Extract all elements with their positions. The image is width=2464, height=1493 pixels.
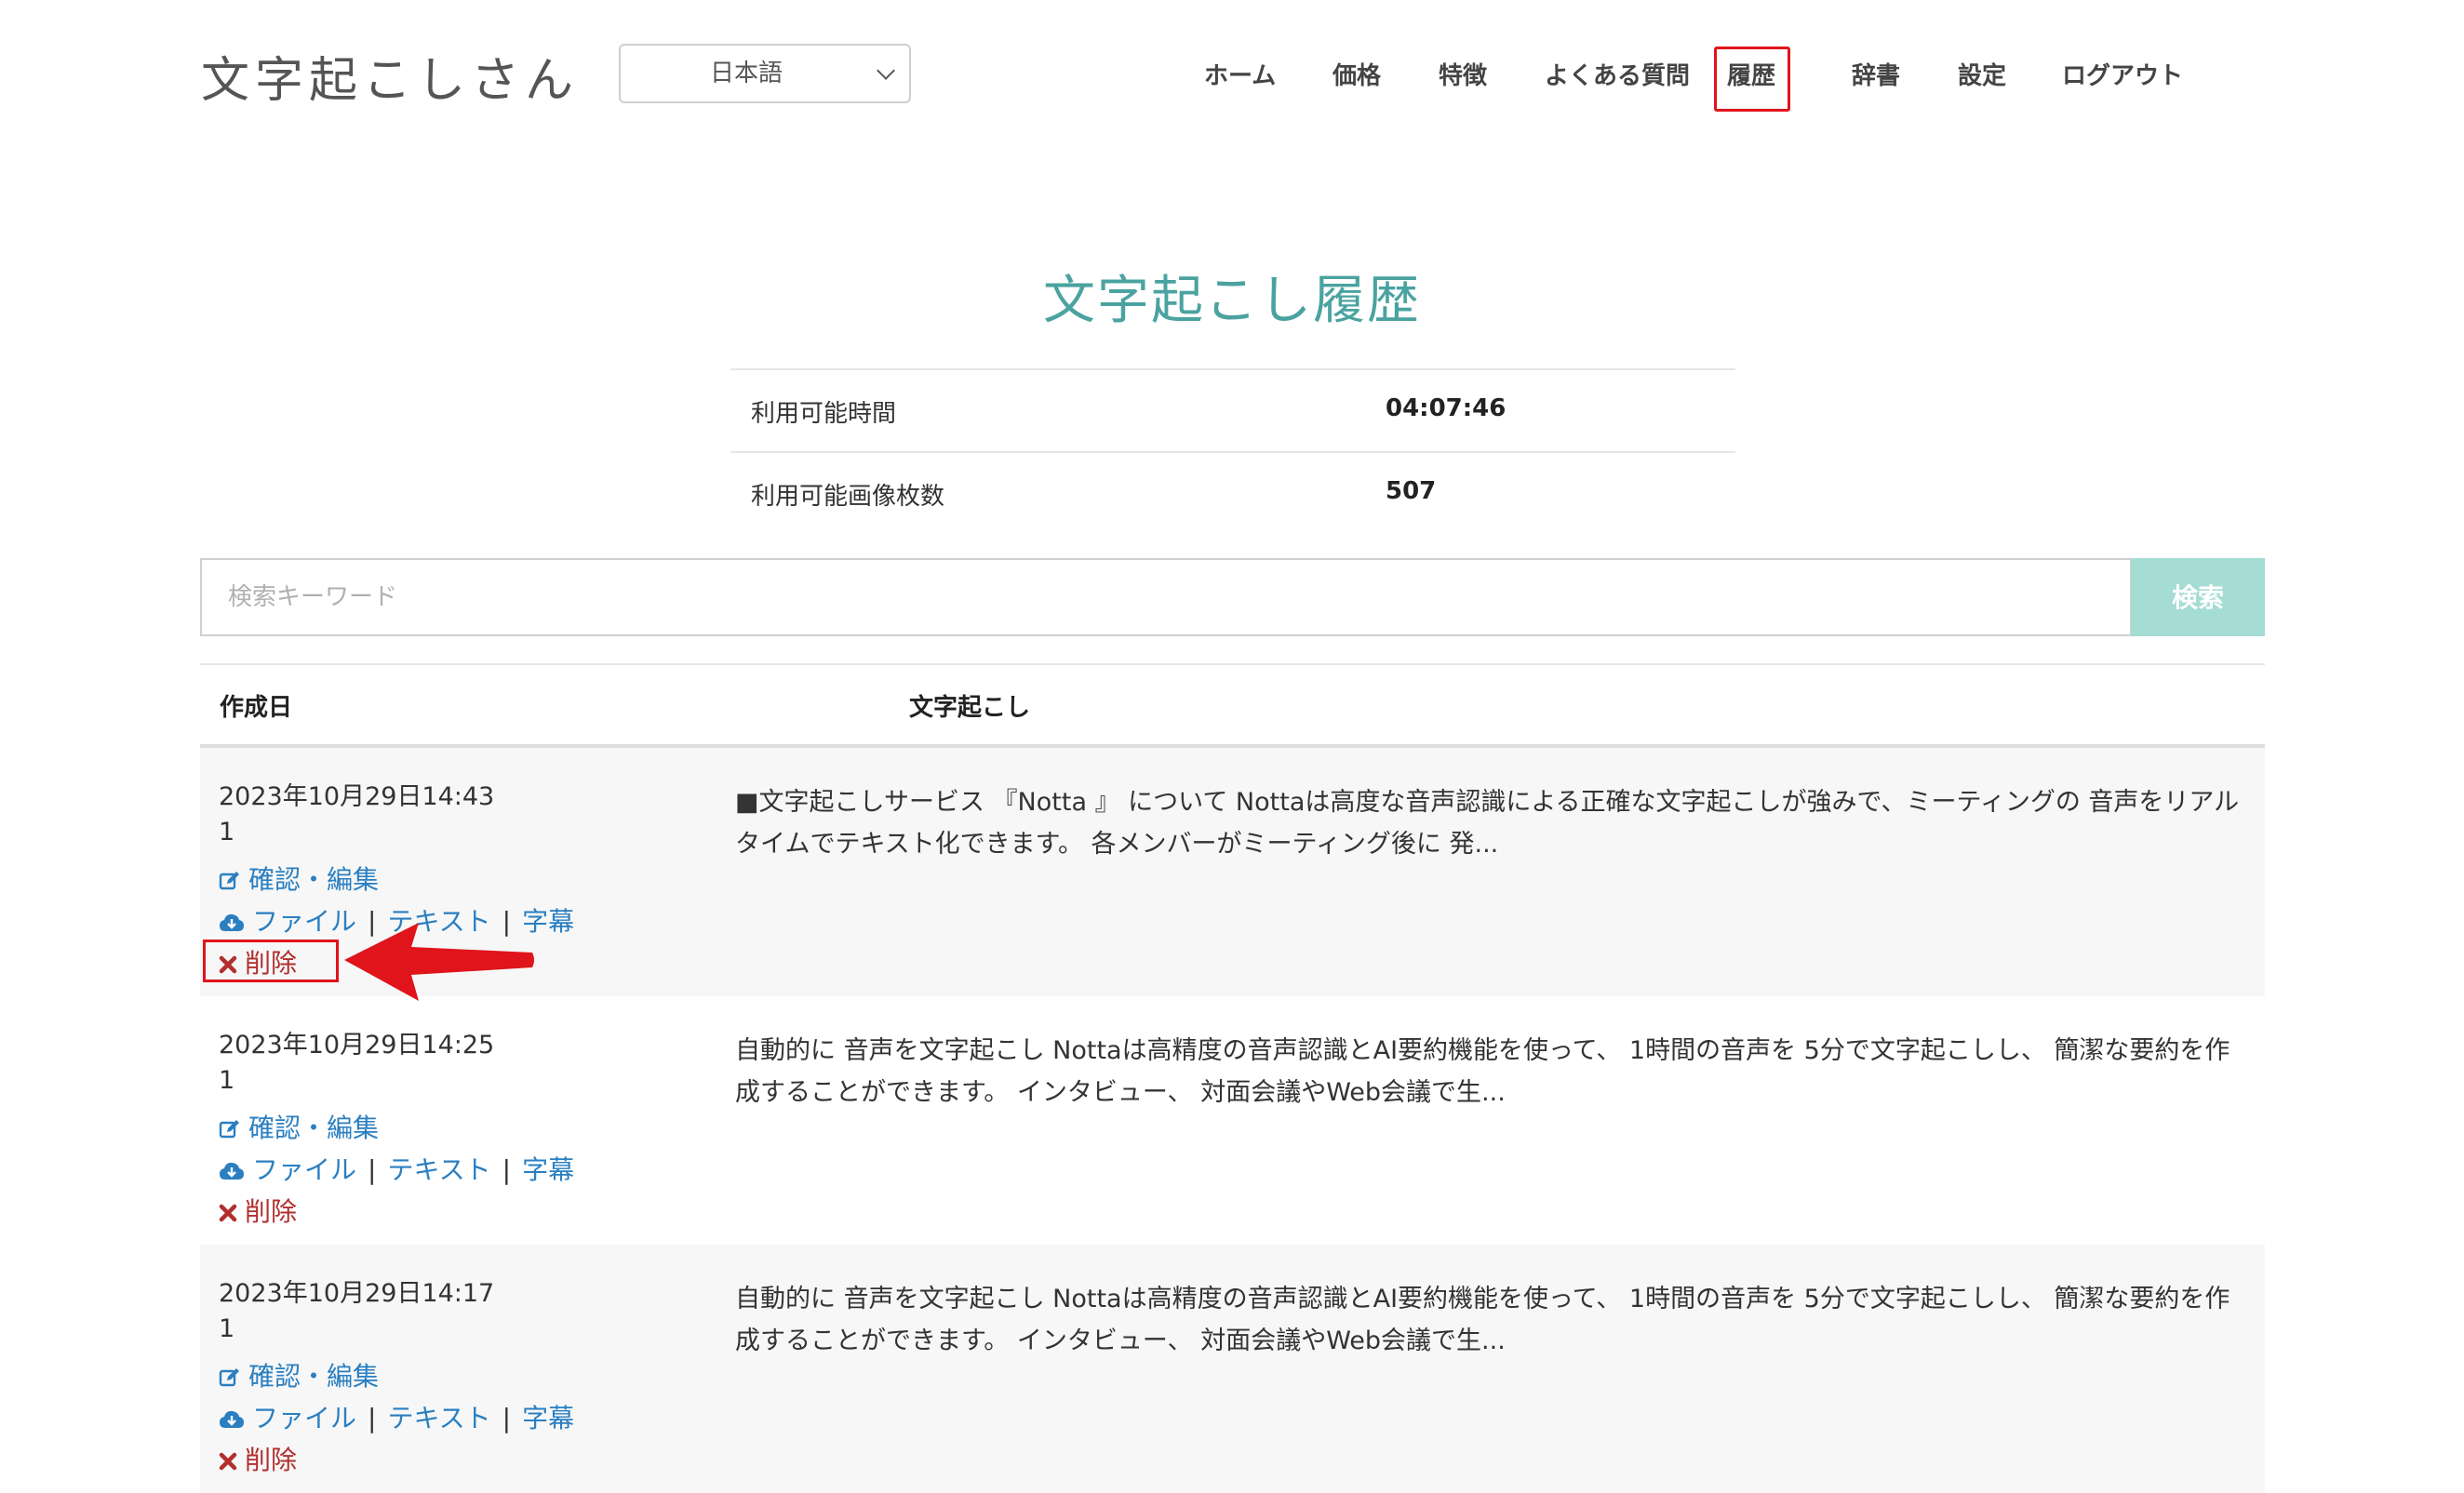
edit-icon [219,872,239,890]
close-icon [219,1452,237,1471]
download-file-link[interactable]: ファイル [252,1154,356,1185]
separator: | [502,1154,512,1185]
download-text-link[interactable]: テキスト [387,1154,490,1185]
logo[interactable]: 文字起こしさん [201,41,579,111]
edit-link-wrap: 確認・編集 [219,1108,379,1145]
cloud-download-icon [220,1162,244,1180]
row-count: 1 [219,818,235,846]
row-date: 2023年10月29日14:17 [219,1279,495,1308]
nav-features[interactable]: 特徴 [1439,60,1487,93]
red-arrow-icon [344,923,534,1001]
annotation-box-history [1714,47,1790,112]
row-transcript[interactable]: 自動的に 音声を文字起こし Nottaは高精度の音声認識とAI要約機能を使って、… [735,1278,2243,1362]
edit-icon [219,1368,239,1387]
search-input[interactable] [202,560,2130,634]
delete-link-wrap: 削除 [219,1192,297,1229]
row-count: 1 [219,1066,235,1095]
language-select[interactable]: 日本語 [619,44,911,103]
nav-pricing[interactable]: 価格 [1332,60,1381,93]
edit-link[interactable]: 確認・編集 [248,1361,379,1392]
edit-link-wrap: 確認・編集 [219,860,379,897]
cloud-download-icon [220,1410,244,1428]
stat-available-time: 利用可能時間 04:07:46 [730,368,1735,452]
stat-label: 利用可能時間 [751,400,897,428]
row-transcript[interactable]: 自動的に 音声を文字起こし Nottaは高精度の音声認識とAI要約機能を使って、… [735,1030,2243,1113]
download-links: ファイル | テキスト | 字幕 [219,1150,574,1187]
edit-link[interactable]: 確認・編集 [248,864,379,895]
page-title: 文字起こし履歴 [1043,271,1421,331]
delete-link[interactable]: 削除 [245,1196,297,1227]
annotation-box-delete [203,940,339,982]
download-file-link[interactable]: ファイル [252,1403,356,1433]
download-text-link[interactable]: テキスト [387,1403,490,1433]
edit-link[interactable]: 確認・編集 [248,1113,379,1143]
chevron-down-icon [877,61,895,80]
edit-icon [219,1120,239,1139]
stat-value: 04:07:46 [1386,394,1507,422]
nav-faq[interactable]: よくある質問 [1545,60,1690,93]
separator: | [502,1403,512,1433]
download-file-link[interactable]: ファイル [252,906,356,937]
row-transcript[interactable]: ■文字起こしサービス 『Notta 』 について Nottaは高度な音声認識によ… [735,781,2243,865]
stat-value: 507 [1386,477,1437,505]
delete-link[interactable]: 削除 [245,1445,297,1475]
nav-home[interactable]: ホーム [1204,60,1276,93]
download-links: ファイル | テキスト | 字幕 [219,1398,574,1435]
separator: | [368,1403,377,1433]
table-row: 2023年10月29日14:17 1 確認・編集 ファイル | テキスト | 字幕 削除… [200,1245,2265,1493]
download-subtitle-link[interactable]: 字幕 [522,1154,574,1185]
column-header-text: 文字起こし [909,694,1031,722]
search-box [200,558,2132,636]
nav-logout[interactable]: ログアウト [2062,60,2183,93]
stat-available-images: 利用可能画像枚数 507 [730,451,1735,535]
separator: | [368,1154,377,1185]
search-button[interactable]: 検索 [2131,558,2265,636]
close-icon [219,1204,237,1222]
stat-label: 利用可能画像枚数 [751,483,945,511]
table-divider [200,663,2265,665]
language-select-value: 日本語 [709,60,783,87]
nav-settings[interactable]: 設定 [1958,60,2006,93]
row-date: 2023年10月29日14:43 [219,782,495,811]
table-row: 2023年10月29日14:25 1 確認・編集 ファイル | テキスト | 字幕 削除… [200,996,2265,1245]
nav-dictionary[interactable]: 辞書 [1852,60,1900,93]
row-date: 2023年10月29日14:25 [219,1031,495,1060]
cloud-download-icon [220,913,244,931]
edit-link-wrap: 確認・編集 [219,1356,379,1393]
download-subtitle-link[interactable]: 字幕 [522,1403,574,1433]
row-count: 1 [219,1314,235,1343]
delete-link-wrap: 削除 [219,1440,297,1477]
column-header-date: 作成日 [220,694,293,722]
